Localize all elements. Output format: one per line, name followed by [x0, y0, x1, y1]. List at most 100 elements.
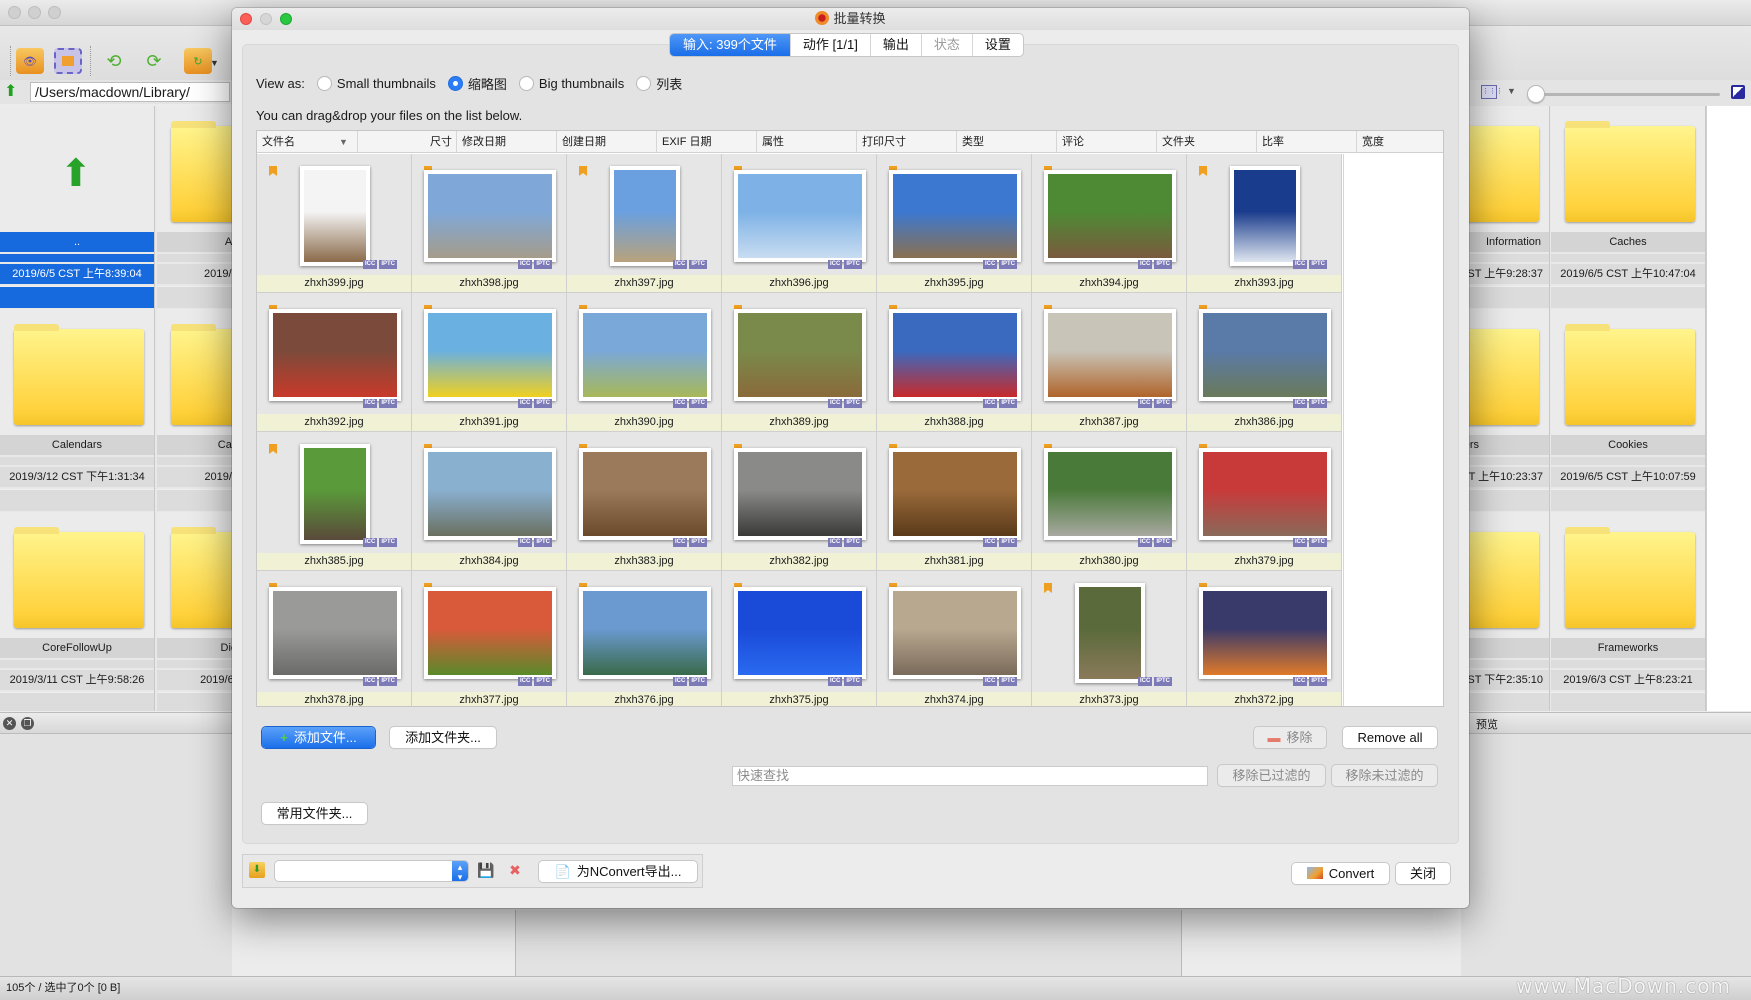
column-header-comment[interactable]: 评论 — [1056, 131, 1156, 153]
preset-select[interactable]: ▴ ▾ — [275, 861, 468, 882]
radio-thumbnails[interactable] — [447, 76, 463, 91]
column-header-folder[interactable]: 文件夹 — [1156, 131, 1256, 153]
zoom-window-button[interactable] — [48, 6, 61, 19]
file-thumbnail-tile[interactable]: ICC IPTC zhxh397.jpg — [567, 154, 722, 293]
close-window-button[interactable] — [8, 6, 21, 19]
column-header-attributes[interactable]: 属性 — [756, 131, 856, 153]
view-dropdown-arrow-icon[interactable]: ▼ — [1507, 86, 1516, 96]
column-header-width[interactable]: 宽度 — [1356, 131, 1443, 153]
remove-button[interactable]: ▬ 移除 — [1254, 727, 1326, 748]
browser-item[interactable]: Acc 2019/3/17 C — [157, 106, 232, 309]
file-thumbnail-tile[interactable]: ICC IPTC zhxh376.jpg — [567, 571, 722, 706]
radio-list[interactable] — [636, 76, 652, 91]
browser-item[interactable]: CoreFollowUp 2019/3/11 CST 上午9:58:26 — [0, 512, 155, 711]
file-thumbnail-tile[interactable]: ICC IPTC zhxh383.jpg — [567, 432, 722, 571]
grid-view-icon[interactable]: ⋮⋮⋮ — [1481, 85, 1503, 99]
file-thumbnail-tile[interactable]: ICC IPTC zhxh386.jpg — [1187, 293, 1342, 432]
radio-label[interactable]: Big thumbnails — [539, 76, 624, 91]
open-with-dropdown-arrow-icon[interactable]: ▼ — [210, 58, 219, 68]
file-thumbnail-tile[interactable]: ICC IPTC zhxh388.jpg — [877, 293, 1032, 432]
browser-item[interactable]: onts ST 下午2:35:10 — [1461, 512, 1550, 711]
browser-item[interactable]: CallSe 2019/3/11 C — [157, 309, 232, 512]
file-thumbnail-tile[interactable]: ICC IPTC zhxh387.jpg — [1032, 293, 1187, 432]
column-header-print-size[interactable]: 打印尺寸 — [856, 131, 956, 153]
radio-label[interactable]: Small thumbnails — [337, 76, 436, 91]
convert-button[interactable]: Convert — [1292, 863, 1389, 884]
fullscreen-icon[interactable] — [54, 48, 82, 74]
file-thumbnail-tile[interactable]: ICC IPTC zhxh375.jpg — [722, 571, 877, 706]
rotate-left-icon[interactable]: ⟲ — [100, 48, 128, 74]
tab-input[interactable]: 输入: 399个文件 — [670, 34, 791, 56]
column-header-modified[interactable]: 修改日期 — [456, 131, 556, 153]
file-thumbnail-tile[interactable]: ICC IPTC zhxh391.jpg — [412, 293, 567, 432]
radio-small-thumbnails[interactable] — [316, 76, 332, 91]
tab-settings[interactable]: 设置 — [973, 34, 1023, 56]
rotate-right-icon[interactable]: ⟳ — [140, 48, 168, 74]
zoom-dialog-button[interactable] — [280, 13, 292, 25]
add-files-button[interactable]: + 添加文件... — [262, 727, 375, 748]
file-thumbnail-tile[interactable]: ICC IPTC zhxh384.jpg — [412, 432, 567, 571]
file-thumbnail-tile[interactable]: ICC IPTC zhxh396.jpg — [722, 154, 877, 293]
minimize-window-button[interactable] — [28, 6, 41, 19]
close-button[interactable]: 关闭 — [1396, 863, 1450, 884]
browser-item-parent[interactable]: ⬆ .. 2019/6/5 CST 上午8:39:04 — [0, 106, 155, 309]
file-thumbnail-tile[interactable]: ICC IPTC zhxh377.jpg — [412, 571, 567, 706]
export-nconvert-button[interactable]: 📄 为NConvert导出... — [539, 861, 697, 882]
browser-item[interactable]: Frameworks 2019/6/3 CST 上午8:23:21 — [1551, 512, 1706, 711]
column-header-created[interactable]: 创建日期 — [556, 131, 656, 153]
close-panel-icon[interactable]: ✕ — [3, 717, 16, 730]
close-dialog-button[interactable] — [240, 13, 252, 25]
browser-item[interactable]: Calendars 2019/3/12 CST 下午1:31:34 — [0, 309, 155, 512]
column-header-exif-date[interactable]: EXIF 日期 — [656, 131, 756, 153]
file-thumbnail-tile[interactable]: ICC IPTC zhxh380.jpg — [1032, 432, 1187, 571]
save-preset-icon[interactable]: 💾 — [477, 862, 494, 878]
quick-search-input[interactable]: 快速查找 — [732, 766, 1208, 786]
file-thumbnail-tile[interactable]: ICC IPTC zhxh373.jpg — [1032, 571, 1187, 706]
file-thumbnail-tile[interactable]: ICC IPTC zhxh394.jpg — [1032, 154, 1187, 293]
file-thumbnail-tile[interactable]: ICC IPTC zhxh379.jpg — [1187, 432, 1342, 571]
path-input[interactable]: /Users/macdown/Library/ — [30, 82, 230, 102]
file-thumbnail-tile[interactable]: ICC IPTC zhxh395.jpg — [877, 154, 1032, 293]
fit-icon[interactable] — [1731, 85, 1745, 99]
file-thumbnail-tile[interactable]: ICC IPTC zhxh374.jpg — [877, 571, 1032, 706]
radio-big-thumbnails[interactable] — [518, 76, 534, 91]
remove-filtered-button[interactable]: 移除已过滤的 — [1218, 765, 1325, 786]
open-with-icon[interactable]: ↻ — [184, 48, 212, 74]
tab-status[interactable]: 状态 — [922, 34, 973, 56]
tab-actions[interactable]: 动作 [1/1] — [791, 34, 871, 56]
file-thumbnail-tile[interactable]: ICC IPTC zhxh392.jpg — [257, 293, 412, 432]
tab-output[interactable]: 输出 — [871, 34, 922, 56]
file-thumbnail-tile[interactable]: ICC IPTC zhxh390.jpg — [567, 293, 722, 432]
radio-label[interactable]: 列表 — [656, 74, 682, 93]
column-header-size[interactable]: 尺寸 — [357, 131, 456, 153]
browser-item[interactable]: Dictic 2019/6/5 CST — [157, 512, 232, 711]
browser-item[interactable]: Caches 2019/6/5 CST 上午10:47:04 — [1551, 106, 1706, 309]
browser-item[interactable]: tainers T 上午10:23:37 — [1461, 309, 1550, 512]
open-preset-folder-icon[interactable]: ⬇ — [249, 862, 265, 878]
file-thumbnail-tile[interactable]: ICC IPTC zhxh385.jpg — [257, 432, 412, 571]
delete-preset-icon[interactable]: ✖ — [507, 862, 523, 878]
column-header-type[interactable]: 类型 — [956, 131, 1056, 153]
file-thumbnail-tile[interactable]: ICC IPTC zhxh399.jpg — [257, 154, 412, 293]
thumbnail-size-slider-knob[interactable] — [1527, 85, 1545, 103]
file-list[interactable]: 文件名 ▼ 尺寸 修改日期 创建日期 EXIF 日期 属性 打印尺寸 类型 评论… — [256, 130, 1444, 707]
file-thumbnail-tile[interactable]: ICC IPTC zhxh381.jpg — [877, 432, 1032, 571]
browser-item[interactable]: Cookies 2019/6/5 CST 上午10:07:59 — [1551, 309, 1706, 512]
favorite-folders-button[interactable]: 常用文件夹... — [262, 803, 367, 824]
file-thumbnail-tile[interactable]: ICC IPTC zhxh382.jpg — [722, 432, 877, 571]
thumbnail-size-slider[interactable] — [1528, 93, 1720, 96]
go-up-icon[interactable]: ⬆ — [4, 84, 22, 100]
file-thumbnail-tile[interactable]: ICC IPTC zhxh389.jpg — [722, 293, 877, 432]
column-header-ratio[interactable]: 比率 — [1256, 131, 1356, 153]
file-thumbnail-tile[interactable]: ICC IPTC zhxh378.jpg — [257, 571, 412, 706]
remove-all-button[interactable]: Remove all — [1343, 727, 1437, 748]
view-image-icon[interactable]: 👁 — [16, 48, 44, 74]
add-folder-button[interactable]: 添加文件夹... — [390, 727, 496, 748]
radio-label[interactable]: 缩略图 — [468, 74, 507, 93]
detach-panel-icon[interactable]: ❐ — [21, 717, 34, 730]
browser-item[interactable]: Information ST 上午9:28:37 — [1461, 106, 1550, 309]
remove-unfiltered-button[interactable]: 移除未过滤的 — [1332, 765, 1437, 786]
file-thumbnail-tile[interactable]: ICC IPTC zhxh398.jpg — [412, 154, 567, 293]
file-thumbnail-tile[interactable]: ICC IPTC zhxh372.jpg — [1187, 571, 1342, 706]
file-thumbnail-tile[interactable]: ICC IPTC zhxh393.jpg — [1187, 154, 1342, 293]
